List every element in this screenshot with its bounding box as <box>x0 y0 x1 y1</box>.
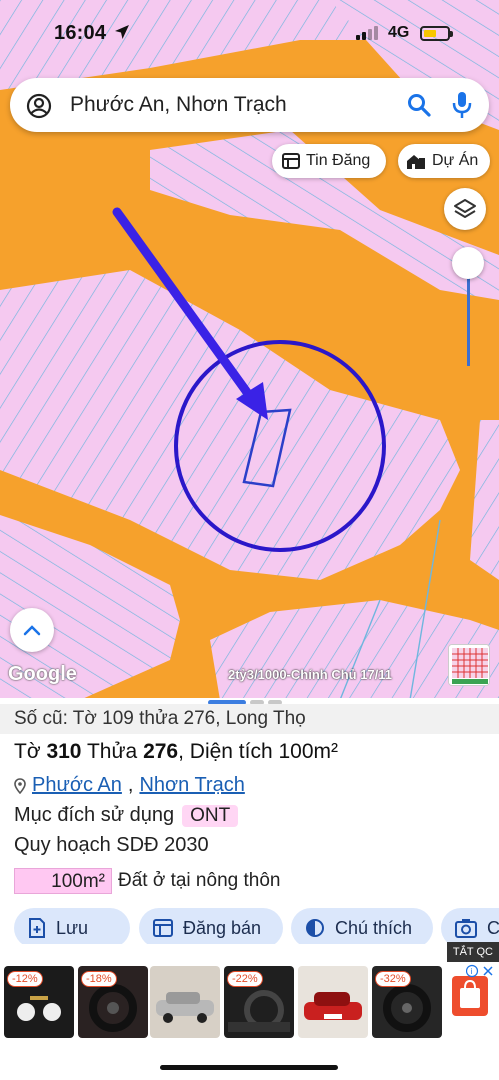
parcel-number: 276 <box>143 740 179 763</box>
chevron-up-icon <box>23 625 41 636</box>
ad-car-red-image <box>304 992 362 1020</box>
home-indicator[interactable] <box>160 1065 338 1070</box>
ad-info-close-icon[interactable]: i <box>466 964 494 978</box>
search-icon[interactable] <box>406 92 432 118</box>
shopping-bag-icon <box>460 979 480 1008</box>
save-document-icon <box>29 918 45 938</box>
account-icon[interactable] <box>26 93 52 119</box>
save-button[interactable]: Lưu <box>14 908 130 948</box>
ad-discount: -18% <box>81 971 117 987</box>
du-an-chip[interactable]: Dự Án <box>398 144 490 178</box>
plan-label: Quy hoạch SDĐ 2030 <box>14 834 209 856</box>
district-link[interactable]: Nhơn Trạch <box>139 774 244 797</box>
svg-text:i: i <box>471 967 473 976</box>
purpose-code-badge: ONT <box>182 804 239 827</box>
listing-thumbnail[interactable] <box>448 644 490 686</box>
tin-dang-chip[interactable]: Tin Đăng <box>272 144 386 178</box>
signal-icon <box>356 26 378 40</box>
opacity-slider-track[interactable] <box>467 264 470 366</box>
ad-product-2[interactable]: -18% <box>78 966 148 1038</box>
capture-label: C <box>487 917 499 938</box>
ad-banner[interactable]: -12% -18% -22% -32% i <box>0 944 499 1064</box>
old-parcel-reference: Số cũ: Tờ 109 thửa 276, Long Thọ <box>0 704 499 734</box>
search-bar[interactable]: Phước An, Nhơn Trạch <box>10 78 489 132</box>
layers-button[interactable] <box>444 188 486 230</box>
listing-icon <box>282 153 300 169</box>
parcel-block-right <box>470 420 499 580</box>
ad-product-4[interactable]: -22% <box>224 966 294 1038</box>
purpose-label: Mục đích sử dụng <box>14 804 175 826</box>
map-pin-icon <box>14 777 26 794</box>
legend-button[interactable]: Chú thích <box>291 908 433 948</box>
status-bar: 16:04 4G <box>0 0 499 64</box>
parcel-title: Tờ 310 Thửa 276, Diện tích 100m² <box>14 740 338 764</box>
battery-icon <box>420 26 453 41</box>
parcel-block-main <box>0 270 460 580</box>
address-separator: , <box>127 774 134 796</box>
action-buttons-row: Lưu Đăng bán Chú thích C <box>0 908 499 948</box>
area-word: , Diện tích <box>178 740 273 763</box>
location-arrow-icon <box>115 25 129 39</box>
ad-product-1[interactable]: -12% <box>4 966 74 1038</box>
ad-discount: -22% <box>227 971 263 987</box>
ad-product-3[interactable] <box>150 966 220 1038</box>
shopee-logo[interactable] <box>452 976 488 1016</box>
map-view[interactable]: 16:04 4G Phước An, Nhơn Trạch Tin Đăng D… <box>0 0 499 700</box>
save-label: Lưu <box>56 917 89 938</box>
parcel-word: Thửa <box>86 740 138 763</box>
plan-area-swatch: 100m² <box>14 868 112 894</box>
google-logo: Google <box>8 663 77 685</box>
ad-product-6[interactable]: -32% <box>372 966 442 1038</box>
thumbnail-map-icon <box>449 645 489 685</box>
opacity-slider-knob[interactable] <box>452 247 484 279</box>
project-buildings-icon <box>407 155 425 169</box>
network-type: 4G <box>388 24 410 41</box>
plan-area-row: 100m² Đất ở tại nông thôn <box>14 868 280 894</box>
ad-car-silver-image <box>156 992 214 1023</box>
layers-icon <box>454 199 476 218</box>
status-time: 16:04 <box>54 22 107 44</box>
expand-up-button[interactable] <box>10 608 54 652</box>
land-use-purpose: Mục đích sử dụng ONT <box>14 804 239 827</box>
ad-product-5[interactable] <box>298 966 368 1038</box>
post-for-sale-label: Đăng bán <box>183 917 262 938</box>
legend-label: Chú thích <box>335 917 413 938</box>
camera-icon <box>455 919 477 938</box>
parcel-address: Phước An, Nhơn Trạch <box>14 774 245 797</box>
contrast-legend-icon <box>306 919 324 937</box>
search-input[interactable]: Phước An, Nhơn Trạch <box>70 93 287 117</box>
microphone-icon[interactable] <box>452 91 472 119</box>
ward-link[interactable]: Phước An <box>32 774 122 797</box>
sheet-number: 310 <box>46 740 82 763</box>
ad-discount: -32% <box>375 971 411 987</box>
sale-listing-icon <box>153 919 173 937</box>
hide-ads-button[interactable]: TẮT QC <box>446 942 499 962</box>
ad-discount: -12% <box>7 971 43 987</box>
post-for-sale-button[interactable]: Đăng bán <box>139 908 283 948</box>
tin-dang-label: Tin Đăng <box>306 152 371 169</box>
area-value: 100m² <box>278 740 339 763</box>
plan-land-type: Đất ở tại nông thôn <box>118 870 281 891</box>
du-an-label: Dự Án <box>432 152 479 169</box>
sheet-word: Tờ <box>14 740 41 763</box>
map-listing-label[interactable]: 2tỷ3/1000-Chính Chủ 17/11 <box>228 667 392 682</box>
